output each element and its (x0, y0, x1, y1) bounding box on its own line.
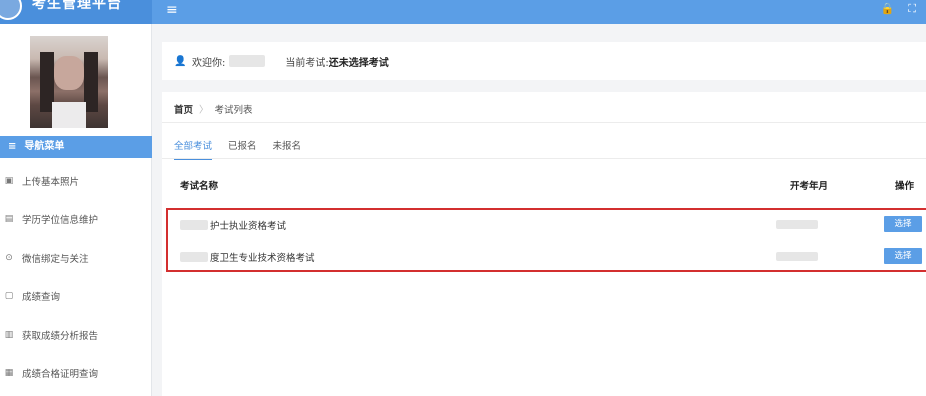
sidebar-item-education[interactable]: ▤ 学历学位信息维护 (0, 208, 150, 230)
sidebar-item-label: 学历学位信息维护 (22, 215, 99, 226)
breadcrumb: 首页 〉 考试列表 (174, 102, 253, 116)
sidebar-item-report[interactable]: ▥ 获取成绩分析报告 (0, 324, 150, 346)
sidebar-item-scores[interactable]: ▢ 成绩查询 (0, 285, 150, 307)
sidebar-item-label: 成绩合格证明查询 (22, 369, 99, 380)
app-title: 考生管理平台 (32, 0, 122, 12)
tab-registered[interactable]: 已报名 (228, 138, 257, 160)
brand: 考生管理平台 (0, 0, 152, 24)
exam-name: 护士执业资格考试 (210, 221, 287, 232)
exam-date-cell (776, 220, 818, 232)
column-header-date: 开考年月 (790, 181, 829, 192)
sidebar: ≡ 导航菜单 ▣ 上传基本照片 ▤ 学历学位信息维护 ⊙ 微信绑定与关注 ▢ 成… (0, 24, 152, 396)
redacted-date (776, 220, 818, 229)
tab-all-exams[interactable]: 全部考试 (174, 138, 213, 160)
tab-unregistered[interactable]: 未报名 (273, 138, 302, 160)
logo-icon (0, 0, 22, 20)
breadcrumb-current: 考试列表 (214, 105, 253, 116)
sidebar-item-label: 成绩查询 (22, 292, 61, 303)
welcome-greeting: 欢迎你: (192, 57, 226, 69)
certificate-icon: ▦ (4, 368, 14, 378)
breadcrumb-home[interactable]: 首页 (174, 102, 193, 116)
divider (162, 122, 926, 123)
breadcrumb-separator: 〉 (199, 105, 209, 116)
wechat-icon: ⊙ (5, 253, 13, 263)
current-exam-label: 当前考试: (285, 57, 329, 69)
tab-bar: 全部考试 已报名 未报名 (174, 138, 301, 160)
lock-icon[interactable]: 🔒 (881, 2, 895, 16)
sidebar-item-label: 获取成绩分析报告 (22, 331, 99, 342)
top-icons: 🔒 ⛶ (881, 2, 916, 16)
menu-toggle-icon[interactable]: ≡ (166, 2, 178, 18)
select-button[interactable]: 选择 (884, 248, 922, 264)
sidebar-item-upload-photo[interactable]: ▣ 上传基本照片 (0, 170, 150, 192)
image-icon: ▣ (4, 176, 14, 186)
file-icon: ▢ (4, 291, 14, 301)
redacted-text (180, 252, 208, 262)
nav-header: ≡ 导航菜单 (0, 136, 152, 158)
column-header-name: 考试名称 (180, 181, 219, 192)
sidebar-item-wechat[interactable]: ⊙ 微信绑定与关注 (0, 247, 150, 269)
exam-name: 度卫生专业技术资格考试 (210, 253, 315, 264)
table-row: 护士执业资格考试 选择 (168, 210, 926, 240)
document-icon: ▤ (4, 214, 14, 224)
column-header-action: 操作 (895, 181, 915, 192)
exam-name-cell: 度卫生专业技术资格考试 (180, 250, 315, 264)
exam-name-cell: 护士执业资格考试 (180, 218, 286, 232)
list-icon: ≡ (8, 141, 17, 152)
select-button[interactable]: 选择 (884, 216, 922, 232)
exam-list-panel: 首页 〉 考试列表 全部考试 已报名 未报名 考试名称 开考年月 操作 护士执业… (162, 92, 926, 396)
nav-header-label: 导航菜单 (24, 141, 65, 152)
user-icon: 👤 (174, 55, 187, 67)
table-row: 度卫生专业技术资格考试 选择 (168, 242, 926, 272)
fullscreen-icon[interactable]: ⛶ (908, 2, 916, 16)
avatar (30, 36, 108, 128)
sidebar-item-label: 微信绑定与关注 (22, 254, 89, 265)
sidebar-item-certificate[interactable]: ▦ 成绩合格证明查询 (0, 362, 150, 384)
sidebar-item-label: 上传基本照片 (22, 177, 80, 188)
redacted-text (180, 220, 208, 230)
current-exam-value: 还未选择考试 (328, 57, 389, 69)
welcome-bar: 👤 欢迎你: 当前考试: 还未选择考试 (162, 42, 926, 80)
divider (162, 158, 926, 159)
exam-date-cell (776, 252, 818, 264)
report-icon: ▥ (4, 330, 14, 340)
redacted-date (776, 252, 818, 261)
redacted-username (229, 55, 266, 67)
